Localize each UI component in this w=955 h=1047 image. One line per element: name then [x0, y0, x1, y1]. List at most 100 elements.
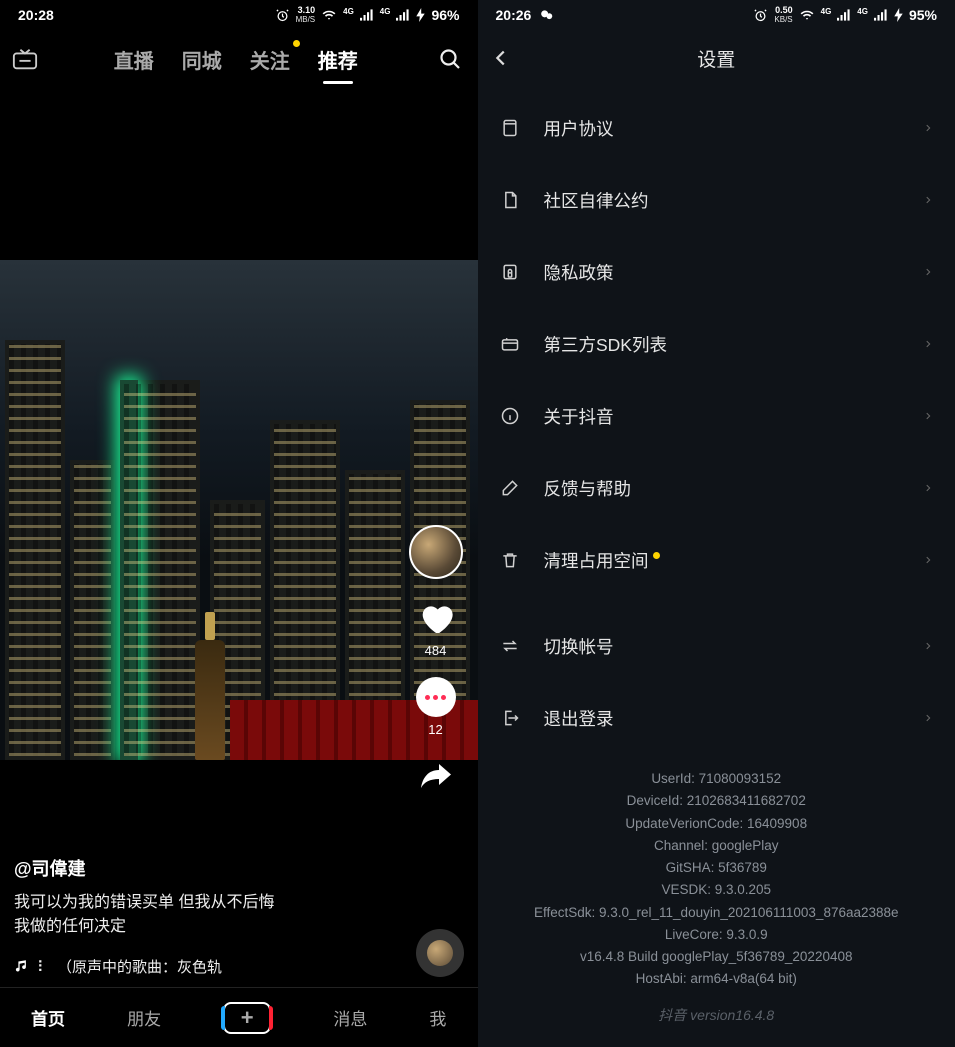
chevron-right-icon [923, 480, 933, 496]
net-type-1: 4G [343, 7, 354, 16]
settings-row-label: 社区自律公约 [544, 188, 649, 213]
bolt-icon [416, 8, 425, 22]
logout-icon [500, 708, 526, 728]
settings-row-book[interactable]: 用户协议 [478, 92, 955, 164]
net-type-2: 4G [380, 7, 391, 16]
info-icon [500, 406, 526, 426]
music-disc[interactable] [416, 929, 464, 977]
settings-row-label: 隐私政策 [544, 260, 614, 285]
settings-row-label: 反馈与帮助 [544, 476, 632, 501]
settings-row-info[interactable]: 关于抖音 [478, 380, 955, 452]
music-eq-icon: ⠇ [37, 958, 49, 976]
debug-line: HostAbi: arm64-v8a(64 bit) [498, 968, 936, 990]
author-avatar[interactable] [409, 525, 463, 579]
net-speed: 0.50 KB/S [774, 6, 792, 24]
chevron-right-icon [923, 408, 933, 424]
music-title: （原声中的歌曲：灰色轨 [57, 956, 222, 977]
music-row[interactable]: ⠇ （原声中的歌曲：灰色轨 [14, 956, 388, 977]
settings-header: 设置 [478, 30, 955, 86]
signal-icon-2 [396, 9, 410, 21]
lock-icon [500, 262, 526, 282]
top-tab-1[interactable]: 同城 [182, 41, 222, 78]
debug-line: VESDK: 9.3.0.205 [498, 879, 936, 901]
debug-line: GitSHA: 5f36789 [498, 857, 936, 879]
edit-icon [500, 478, 526, 498]
debug-line: LiveCore: 9.3.0.9 [498, 924, 936, 946]
swap-icon [500, 636, 526, 656]
settings-row-doc[interactable]: 社区自律公约 [478, 164, 955, 236]
bolt-icon [894, 8, 903, 22]
battery-pct: 95% [909, 7, 937, 23]
heart-icon [415, 597, 457, 639]
debug-line: v16.4.8 Build googlePlay_5f36789_2022040… [498, 946, 936, 968]
top-tab-0[interactable]: 直播 [114, 41, 154, 78]
debug-line: UpdateVerionCode: 16409908 [498, 813, 936, 835]
top-tab-3[interactable]: 推荐 [318, 41, 358, 78]
comment-icon [415, 676, 457, 718]
doc-icon [500, 190, 526, 210]
action-rail: 484 12 [406, 525, 466, 797]
like-count: 484 [425, 643, 447, 658]
comment-button[interactable]: 12 [415, 676, 457, 737]
comment-count: 12 [428, 722, 442, 737]
signal-icon-1 [837, 9, 851, 21]
net-speed: 3.10 MB/S [296, 6, 316, 24]
bottom-tab-3[interactable]: 我 [429, 1005, 446, 1030]
settings-row-trash[interactable]: 清理占用空间 [478, 524, 955, 596]
music-note-icon [14, 958, 29, 975]
settings-row-label: 关于抖音 [544, 404, 614, 429]
debug-line: UserId: 71080093152 [498, 768, 936, 790]
top-nav: 直播同城关注推荐 [0, 30, 478, 88]
chevron-right-icon [923, 710, 933, 726]
status-time: 20:28 [18, 7, 54, 23]
share-icon [415, 755, 457, 797]
settings-row-edit[interactable]: 反馈与帮助 [478, 452, 955, 524]
settings-row-label: 清理占用空间 [544, 548, 649, 573]
bottom-nav: 首页 朋友 + 消息 我 [0, 987, 478, 1047]
trash-icon [500, 550, 526, 570]
settings-row-logout[interactable]: 退出登录 [478, 682, 955, 754]
alarm-icon [275, 8, 290, 23]
book-icon [500, 118, 526, 138]
status-time: 20:26 [496, 7, 532, 23]
notification-dot [653, 552, 660, 559]
debug-line: EffectSdk: 9.3.0_rel_11_douyin_202106111… [498, 902, 936, 924]
settings-row-swap[interactable]: 切换帐号 [478, 610, 955, 682]
wechat-icon [539, 8, 555, 22]
settings-row-label: 切换帐号 [544, 634, 614, 659]
share-button[interactable] [415, 755, 457, 797]
back-button[interactable] [490, 30, 512, 86]
status-bar: 20:28 3.10 MB/S 4G 4G 96% [0, 0, 478, 30]
live-icon[interactable] [10, 47, 40, 71]
debug-info: UserId: 71080093152DeviceId: 21026834116… [478, 760, 955, 991]
settings-row-label: 第三方SDK列表 [544, 332, 667, 357]
like-button[interactable]: 484 [415, 597, 457, 658]
chevron-right-icon [923, 120, 933, 136]
search-icon[interactable] [432, 47, 468, 71]
net-type-2: 4G [857, 7, 868, 16]
sdk-icon [500, 334, 526, 354]
settings-row-lock[interactable]: 隐私政策 [478, 236, 955, 308]
settings-row-sdk[interactable]: 第三方SDK列表 [478, 308, 955, 380]
create-button[interactable]: + [223, 1002, 271, 1034]
chevron-right-icon [923, 552, 933, 568]
caption-text: 我可以为我的错误买单 但我从不后悔 我做的任何决定 [14, 891, 388, 939]
settings-screen: 20:26 0.50 KB/S 4G 4G [478, 0, 955, 1047]
bottom-tab-1[interactable]: 朋友 [127, 1005, 161, 1030]
battery-pct: 96% [431, 7, 459, 23]
debug-line: DeviceId: 2102683411682702 [498, 790, 936, 812]
app-version: 抖音 version16.4.8 [478, 991, 955, 1041]
bottom-tab-2[interactable]: 消息 [333, 1005, 367, 1030]
chevron-right-icon [923, 638, 933, 654]
top-tab-2[interactable]: 关注 [250, 41, 290, 78]
status-bar: 20:26 0.50 KB/S 4G 4G [478, 0, 955, 30]
bottom-tab-0[interactable]: 首页 [31, 1005, 65, 1030]
settings-title: 设置 [697, 45, 735, 72]
signal-icon-1 [360, 9, 374, 21]
wifi-icon [321, 8, 337, 22]
chevron-right-icon [923, 192, 933, 208]
settings-row-label: 退出登录 [544, 706, 614, 731]
feed-screen: 20:28 3.10 MB/S 4G 4G 96% [0, 0, 478, 1047]
author-handle[interactable]: @司偉建 [14, 855, 388, 881]
settings-row-label: 用户协议 [544, 116, 614, 141]
